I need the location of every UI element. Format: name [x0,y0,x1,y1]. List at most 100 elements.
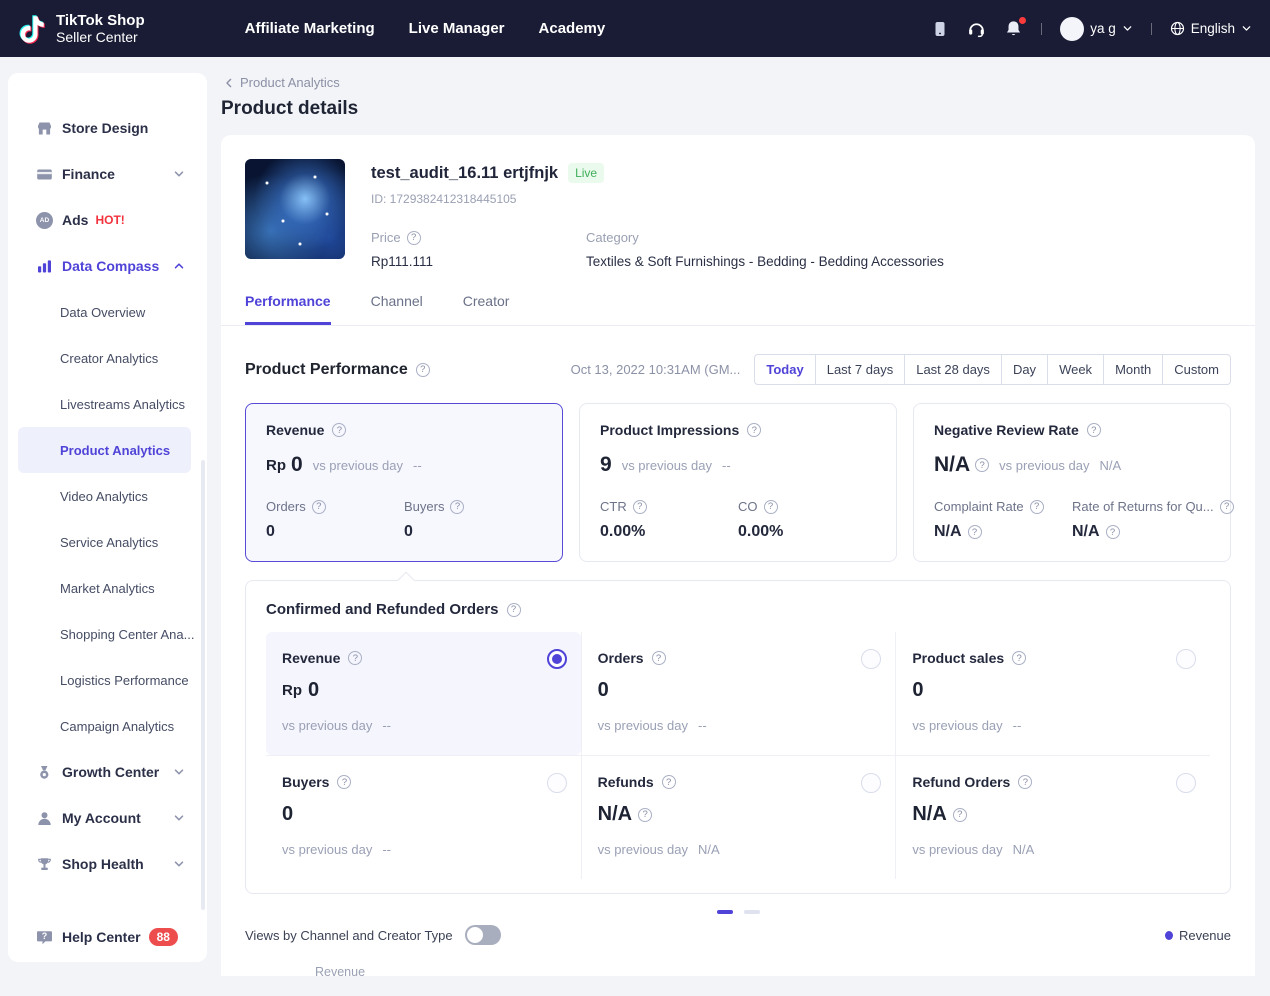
sidebar-item-shop-health[interactable]: Shop Health [8,841,207,887]
range-last-28-days[interactable]: Last 28 days [904,354,1002,385]
question-circle-icon[interactable]: ? [332,423,346,437]
range-custom[interactable]: Custom [1162,354,1231,385]
sidebar-item-my-account[interactable]: My Account [8,795,207,841]
order-metric-value: 0 [308,679,319,702]
nav-academy[interactable]: Academy [539,20,606,37]
question-circle-icon[interactable]: ? [968,525,982,539]
question-circle-icon[interactable]: ? [747,423,761,437]
question-circle-icon[interactable]: ? [348,651,362,665]
radio-unselected[interactable] [1176,649,1196,669]
sidebar-item-campaign-analytics[interactable]: Campaign Analytics [8,703,207,749]
question-circle-icon[interactable]: ? [953,808,967,822]
compare-delta: N/A [698,842,720,857]
user-menu[interactable]: ya g [1060,17,1133,41]
sidebar-item-data-compass[interactable]: Data Compass [8,243,207,289]
sidebar-item-store-design[interactable]: Store Design [8,105,207,151]
sidebar-item-creator-analytics[interactable]: Creator Analytics [8,335,207,381]
sidebar-item-product-analytics[interactable]: Product Analytics [18,427,191,473]
radio-unselected[interactable] [1176,773,1196,793]
range-day[interactable]: Day [1001,354,1048,385]
range-today[interactable]: Today [754,354,815,385]
order-card-revenue[interactable]: Revenue? Rp0 vs previous day-- [266,632,581,755]
question-circle-icon[interactable]: ? [337,775,351,789]
confirmed-refunded-orders-panel: Confirmed and Refunded Orders? Revenue? … [245,580,1231,894]
compare-delta: -- [722,458,731,473]
sidebar-item-logistics-performance[interactable]: Logistics Performance [8,657,207,703]
metric-card-revenue[interactable]: Revenue? Rp0 vs previous day -- Orders? … [245,403,563,562]
sidebar-item-video-analytics[interactable]: Video Analytics [8,473,207,519]
compare-label: vs previous day [912,718,1002,733]
language-selector[interactable]: English [1170,21,1252,36]
views-by-channel-toggle[interactable] [465,925,501,945]
sidebar-item-data-overview[interactable]: Data Overview [8,289,207,335]
metric-card-product-impressions[interactable]: Product Impressions? 9 vs previous day -… [579,403,897,562]
orders-section-title: Confirmed and Refunded Orders [266,601,499,618]
sidebar-item-market-analytics[interactable]: Market Analytics [8,565,207,611]
nav-live-manager[interactable]: Live Manager [409,20,505,37]
metric-card-negative-review-rate[interactable]: Negative Review Rate? N/A? vs previous d… [913,403,1231,562]
question-circle-icon[interactable]: ? [764,500,778,514]
notification-dot [1019,17,1026,24]
tab-creator[interactable]: Creator [463,293,510,325]
question-circle-icon[interactable]: ? [416,363,430,377]
sidebar-item-help-center[interactable]: ? Help Center 88 [8,914,207,960]
order-card-refund-orders[interactable]: Refund Orders? N/A? vs previous dayN/A [895,755,1210,879]
pagination-dot[interactable] [744,910,760,914]
sidebar-scrollbar[interactable] [201,460,205,910]
tab-channel[interactable]: Channel [371,293,423,325]
brand-line1: TikTok Shop [56,12,145,29]
sidebar-item-label: Ads [62,212,88,228]
order-card-product-sales[interactable]: Product sales? 0 vs previous day-- [895,632,1210,755]
compare-delta: -- [382,718,391,733]
chevron-down-icon [1122,23,1133,34]
range-week[interactable]: Week [1047,354,1104,385]
range-month[interactable]: Month [1103,354,1163,385]
compare-delta: -- [413,458,422,473]
question-circle-icon[interactable]: ? [975,458,989,472]
mobile-app-icon[interactable] [931,20,949,38]
notifications-bell-icon[interactable] [1004,19,1023,38]
compare-delta: -- [382,842,391,857]
question-circle-icon[interactable]: ? [1030,500,1044,514]
radio-selected[interactable] [547,649,567,669]
radio-unselected[interactable] [861,649,881,669]
question-circle-icon[interactable]: ? [638,808,652,822]
order-card-orders[interactable]: Orders? 0 vs previous day-- [581,632,896,755]
question-circle-icon[interactable]: ? [312,500,326,514]
order-card-refunds[interactable]: Refunds? N/A? vs previous dayN/A [581,755,896,879]
question-circle-icon[interactable]: ? [1106,525,1120,539]
legend-revenue[interactable]: Revenue [1165,928,1231,943]
sidebar-item-livestreams-analytics[interactable]: Livestreams Analytics [8,381,207,427]
question-circle-icon[interactable]: ? [1012,651,1026,665]
question-circle-icon[interactable]: ? [1220,500,1234,514]
carousel-pagination [245,910,1231,914]
sidebar-item-finance[interactable]: Finance [8,151,207,197]
sidebar-item-service-analytics[interactable]: Service Analytics [8,519,207,565]
question-circle-icon[interactable]: ? [652,651,666,665]
question-circle-icon[interactable]: ? [662,775,676,789]
order-metric-value: 0 [282,803,565,826]
pagination-dot-active[interactable] [717,910,733,914]
sidebar-item-shopping-center-analytics[interactable]: Shopping Center Ana... [8,611,207,657]
question-circle-icon[interactable]: ? [507,603,521,617]
question-circle-icon[interactable]: ? [1087,423,1101,437]
sidebar-item-growth-center[interactable]: Growth Center [8,749,207,795]
tab-performance[interactable]: Performance [245,293,331,325]
sidebar-item-ads[interactable]: AD Ads HOT! [8,197,207,243]
date-range-text[interactable]: Oct 13, 2022 10:31AM (GM... [571,362,741,377]
brand-logo[interactable]: TikTok Shop Seller Center [14,12,145,46]
order-card-buyers[interactable]: Buyers? 0 vs previous day-- [266,755,581,879]
radio-unselected[interactable] [861,773,881,793]
question-circle-icon[interactable]: ? [450,500,464,514]
radio-unselected[interactable] [547,773,567,793]
submetric-label: Complaint Rate [934,499,1024,514]
hot-badge: HOT! [95,213,124,227]
breadcrumb[interactable]: Product Analytics [221,75,1255,90]
nav-affiliate-marketing[interactable]: Affiliate Marketing [245,20,375,37]
question-circle-icon[interactable]: ? [633,500,647,514]
range-last-7-days[interactable]: Last 7 days [815,354,906,385]
support-headset-icon[interactable] [967,19,986,38]
toggle-knob [467,927,483,943]
question-circle-icon[interactable]: ? [1018,775,1032,789]
question-circle-icon[interactable]: ? [407,231,421,245]
